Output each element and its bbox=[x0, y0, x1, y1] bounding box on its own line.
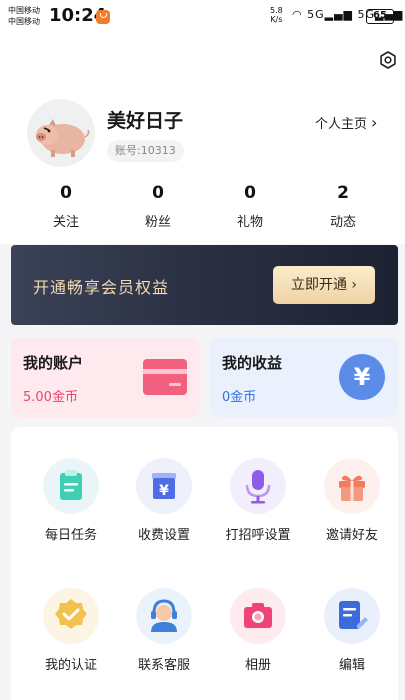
edit-document-icon bbox=[324, 588, 380, 644]
pig-avatar-icon bbox=[36, 119, 90, 157]
yuan-icon: ¥ bbox=[339, 354, 385, 400]
function-grid: 每日任务 ¥ 收费设置 打招呼设置 邀请好友 我的认证 联系客服 相册 编辑 bbox=[11, 427, 398, 700]
stat-posts[interactable]: 2 动态 bbox=[303, 183, 383, 230]
stat-label: 粉丝 bbox=[144, 215, 171, 230]
open-vip-button-label: 立即开通 bbox=[290, 277, 347, 293]
personal-homepage-link[interactable]: 个人主页 › bbox=[315, 113, 377, 132]
customer-service-icon bbox=[136, 588, 192, 644]
grid-item-label: 我的认证 bbox=[44, 658, 97, 673]
carrier-2: 中国移动 bbox=[8, 17, 40, 26]
vip-banner-text: 开通畅享会员权益 bbox=[33, 278, 170, 297]
grid-item-label: 收费设置 bbox=[137, 528, 190, 543]
my-account-balance: 5.00金币 bbox=[23, 390, 78, 405]
grid-item-label: 编辑 bbox=[338, 658, 365, 673]
stat-label: 礼物 bbox=[236, 215, 263, 230]
my-income-card[interactable]: 我的收益 0金币 ¥ bbox=[210, 337, 398, 417]
homepage-link-label: 个人主页 bbox=[315, 117, 368, 132]
grid-item-daily-tasks[interactable]: 每日任务 bbox=[26, 458, 116, 543]
svg-text:¥: ¥ bbox=[354, 363, 371, 391]
status-bar: 中国移动 中国移动 10:24 5.8 K/s ◠ 5G▂▄▆ 5G▂▄▆ 65 bbox=[0, 0, 405, 34]
stat-following[interactable]: 0 关注 bbox=[26, 183, 106, 230]
grid-item-album[interactable]: 相册 bbox=[213, 588, 303, 673]
stat-fans[interactable]: 0 粉丝 bbox=[118, 183, 198, 230]
avatar[interactable] bbox=[27, 99, 95, 167]
stat-gifts[interactable]: 0 礼物 bbox=[210, 183, 290, 230]
carrier-labels: 中国移动 中国移动 bbox=[8, 5, 40, 27]
grid-item-label: 邀请好友 bbox=[325, 528, 378, 543]
stat-label: 动态 bbox=[329, 215, 356, 230]
account-id: 账号:10313 bbox=[107, 140, 184, 162]
net-speed-value: 5.8 bbox=[270, 6, 283, 15]
camera-icon bbox=[230, 588, 286, 644]
vip-banner[interactable]: 开通畅享会员权益 立即开通 › bbox=[11, 245, 398, 325]
gift-icon bbox=[324, 458, 380, 514]
grid-item-edit[interactable]: 编辑 bbox=[307, 588, 397, 673]
verified-badge-icon bbox=[43, 588, 99, 644]
task-clipboard-icon bbox=[43, 458, 99, 514]
svg-text:¥: ¥ bbox=[159, 483, 169, 499]
my-account-card[interactable]: 我的账户 5.00金币 bbox=[11, 337, 200, 417]
settings-gear-icon[interactable] bbox=[378, 50, 398, 70]
chevron-right-icon: › bbox=[371, 113, 378, 132]
stat-label: 关注 bbox=[52, 215, 79, 230]
nickname: 美好日子 bbox=[107, 110, 184, 132]
carrier-1: 中国移动 bbox=[8, 6, 40, 15]
grid-item-label: 打招呼设置 bbox=[225, 528, 291, 543]
stat-value: 0 bbox=[152, 183, 164, 203]
network-speed: 5.8 K/s bbox=[270, 6, 283, 24]
my-account-title: 我的账户 bbox=[23, 354, 84, 372]
stat-value: 0 bbox=[60, 183, 72, 203]
my-income-title: 我的收益 bbox=[222, 354, 283, 372]
open-vip-button[interactable]: 立即开通 › bbox=[273, 266, 375, 304]
grid-item-label: 每日任务 bbox=[44, 528, 97, 543]
battery-icon: 65 bbox=[366, 9, 397, 24]
chevron-right-icon: › bbox=[351, 277, 358, 293]
grid-item-label: 相册 bbox=[244, 658, 271, 673]
grid-item-fee-settings[interactable]: ¥ 收费设置 bbox=[119, 458, 209, 543]
app-notification-icon bbox=[96, 10, 110, 24]
stat-value: 2 bbox=[337, 183, 349, 203]
grid-item-label: 联系客服 bbox=[137, 658, 190, 673]
grid-item-greeting-settings[interactable]: 打招呼设置 bbox=[213, 458, 303, 543]
net-speed-unit: K/s bbox=[270, 15, 283, 24]
grid-item-my-verification[interactable]: 我的认证 bbox=[26, 588, 116, 673]
card-icon bbox=[143, 359, 187, 395]
my-income-balance: 0金币 bbox=[222, 390, 257, 405]
grid-item-customer-service[interactable]: 联系客服 bbox=[119, 588, 209, 673]
yuan-box-icon: ¥ bbox=[136, 458, 192, 514]
microphone-icon bbox=[230, 458, 286, 514]
stat-value: 0 bbox=[244, 183, 256, 203]
grid-item-invite-friends[interactable]: 邀请好友 bbox=[307, 458, 397, 543]
